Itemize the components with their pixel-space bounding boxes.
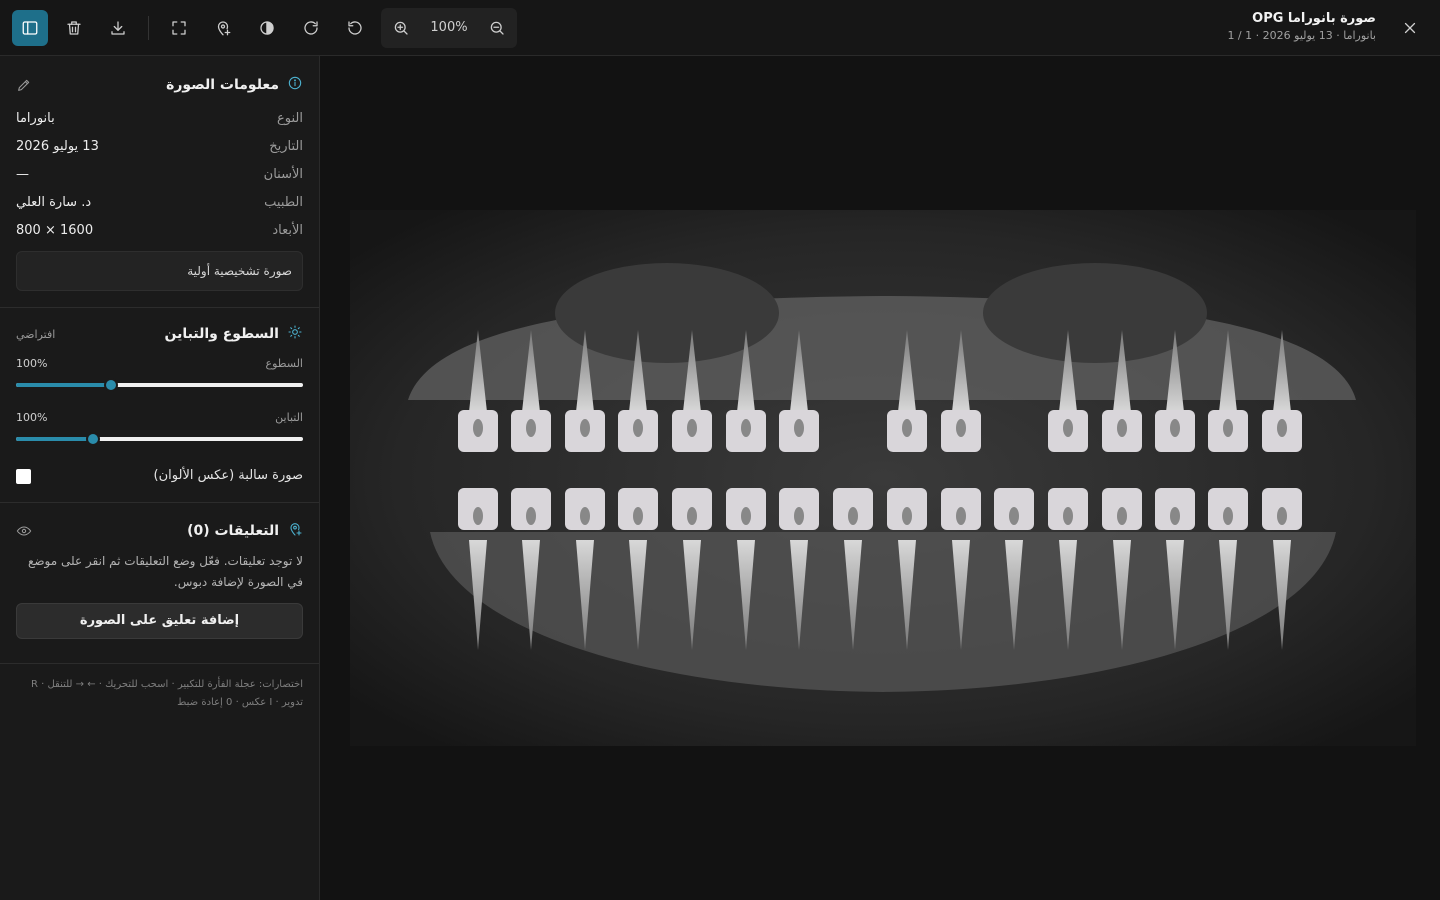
info-value: بانوراما [16,111,55,126]
slider-thumb[interactable] [86,432,101,446]
info-row-date: التاريخ 13 يوليو 2026 [16,137,303,157]
info-row-teeth: الأسنان — [16,165,303,185]
image-note: صورة تشخيصية أولية [16,251,303,291]
brightness-contrast-title: السطوع والتباين [164,326,279,342]
keyboard-shortcuts-hint: اختصارات: عجلة الفأرة للتكبير · اسحب للت… [16,676,303,712]
brightness-label-row: السطوع 100% [16,356,303,372]
contrast-label-row: التباين 100% [16,410,303,426]
brightness-slider[interactable] [16,378,303,392]
pencil-icon [18,79,30,91]
annotate-pin-icon [217,21,231,36]
invert-checkbox[interactable] [16,469,31,484]
annotations-header: التعليقات (0) [187,519,303,543]
rotate-ccw-icon [348,21,362,35]
image-info-section: معلومات الصورة النوع بانوراما التاريخ 13… [0,56,319,308]
info-value: 13 يوليو 2026 [16,139,99,154]
image-info-header: معلومات الصورة [166,73,303,97]
edit-info-button[interactable] [16,73,32,97]
info-label: التاريخ [269,139,303,154]
annotate-mode-button[interactable] [205,10,241,46]
zoom-level: 100% [430,20,468,35]
image-subtitle: بانوراما · 13 يوليو 2026 · 1 / 1 [1227,29,1376,42]
add-annotation-button[interactable]: إضافة تعليق على الصورة [16,603,303,639]
invert-button[interactable] [249,10,285,46]
invert-icon [260,21,274,35]
info-icon [287,75,303,95]
invert-label: صورة سالبة (عكس الألوان) [153,468,303,483]
info-label: الأبعاد [272,223,303,238]
reset-label: افتراضي [16,327,56,341]
eye-icon [16,526,32,536]
slider-fill [16,383,111,387]
brightness-contrast-header: السطوع والتباين [165,322,303,346]
sun-icon [287,324,303,344]
download-button[interactable] [100,10,136,46]
contrast-label: التباين [275,411,303,424]
info-row-dimensions: الأبعاد 1600 × 800 [16,221,303,241]
info-value: — [16,167,29,182]
top-toolbar: 100% صورة بانوراما OPG بانوراما · 13 يول… [0,0,1440,56]
panoramic-xray-image[interactable] [350,210,1416,746]
download-icon [111,21,125,35]
rotate-cw-icon [304,21,318,35]
sidebar-toggle-icon [22,21,38,35]
zoom-out-icon [490,21,504,35]
zoom-in-button[interactable] [383,10,419,46]
shortcuts-line-1: اختصارات: عجلة الفأرة للتكبير · اسحب للت… [30,679,303,690]
image-title-block: صورة بانوراما OPG بانوراما · 13 يوليو 20… [1227,10,1376,44]
brightness-contrast-section: السطوع والتباين افتراضي السطوع 100% التب… [0,308,319,503]
info-label: الأسنان [263,167,303,182]
fit-screen-button[interactable] [161,10,197,46]
toggle-annotations-visibility-button[interactable] [16,519,32,543]
trash-icon [67,21,81,35]
info-value: د. سارة العلي [16,195,92,210]
info-row-doctor: الطبيب د. سارة العلي [16,193,303,213]
image-viewer[interactable] [320,56,1440,900]
contrast-slider[interactable] [16,432,303,446]
info-label: النوع [277,111,303,126]
rotate-right-button[interactable] [293,10,329,46]
annotations-title: التعليقات (0) [187,523,279,539]
zoom-control: 100% [381,8,517,48]
annotations-empty-message: لا توجد تعليقات. فعّل وضع التعليقات ثم ا… [27,554,303,589]
info-value: 1600 × 800 [16,223,94,238]
brightness-label: السطوع [265,357,304,370]
zoom-in-icon [394,21,408,35]
slider-fill [16,437,94,441]
image-title: صورة بانوراما OPG [1252,11,1376,26]
sidebar-toggle-button[interactable] [12,10,48,46]
info-label: الطبيب [264,195,303,210]
delete-button[interactable] [56,10,92,46]
invert-toggle-row[interactable]: صورة سالبة (عكس الألوان) [16,466,303,486]
annotate-pin-icon [287,521,303,541]
annotations-section: التعليقات (0) لا توجد تعليقات. فعّل وضع … [0,503,319,664]
fit-screen-icon [172,21,186,35]
shortcuts-line-2: تدوير · I عكس · 0 إعادة ضبط [177,697,303,708]
zoom-out-button[interactable] [479,10,515,46]
reset-adjustments-button[interactable]: افتراضي [16,322,55,346]
close-button[interactable] [1392,10,1428,46]
brightness-value: 100% [16,357,48,370]
slider-thumb[interactable] [103,378,118,392]
toolbar-divider [148,16,149,40]
contrast-value: 100% [16,411,48,424]
image-info-title: معلومات الصورة [166,77,279,93]
close-icon [1404,22,1416,34]
sidebar: معلومات الصورة النوع بانوراما التاريخ 13… [0,56,320,900]
rotate-left-button[interactable] [337,10,373,46]
info-row-type: النوع بانوراما [16,109,303,129]
